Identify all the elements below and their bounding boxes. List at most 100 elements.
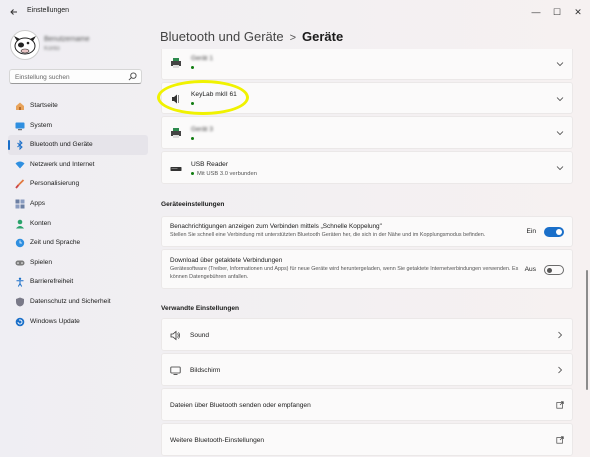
related-item-label: Bildschirm [190,367,221,374]
device-status: Mit USB 3.0 verbunden [191,171,257,177]
chevron-down-icon[interactable] [556,95,564,103]
breadcrumb-separator: > [289,32,297,44]
device-card[interactable]: Gerät 1 [161,49,573,80]
speaker-icon [170,330,180,341]
sidebar-item-label: Apps [30,199,46,207]
search-icon[interactable] [128,72,137,81]
metered-download-toggle[interactable] [544,265,564,275]
related-item-display[interactable]: Bildschirm [161,353,573,386]
device-card[interactable]: USB Reader Mit USB 3.0 verbunden [161,151,573,184]
related-item-label: Dateien über Bluetooth senden oder empfa… [170,402,311,409]
sidebar-item-windows-update[interactable]: Windows Update [8,312,148,332]
breadcrumb: Bluetooth und Geräte > Geräte [160,29,343,44]
sidebar-item-label: Netzwerk und Internet [30,160,95,168]
device-status [191,65,197,71]
device-name: USB Reader [191,161,229,168]
page-title: Geräte [302,29,344,44]
setting-title: Download über getaktete Verbindungen [170,257,283,264]
device-status-text: Mit USB 3.0 verbunden [197,171,257,177]
sidebar-item-privacy[interactable]: Datenschutz und Sicherheit [8,292,148,312]
device-card[interactable]: Gerät 3 [161,116,573,149]
bluetooth-icon [17,140,23,151]
toggle-knob [556,229,562,235]
related-item-sound[interactable]: Sound [161,318,573,351]
device-card[interactable]: KeyLab mkII 61 [161,82,573,114]
scrollbar[interactable] [586,270,588,390]
sidebar-item-system[interactable]: System [8,116,148,136]
sidebar-item-time-language[interactable]: Zeit und Sprache [8,233,148,253]
sidebar-item-accessibility[interactable]: Barrierefreiheit [8,272,148,292]
sidebar-item-network[interactable]: Netzwerk und Internet [8,155,148,175]
app-title: Einstellungen [27,7,70,14]
monitor-icon [15,122,25,130]
sidebar-item-label: Windows Update [30,317,80,325]
chevron-down-icon[interactable] [556,60,564,68]
connected-dot-icon [191,65,194,69]
avatar[interactable] [10,30,40,60]
related-item-label: Sound [190,332,210,339]
sidebar-item-apps[interactable]: Apps [8,194,148,214]
title-bar: Einstellungen — ☐ ✕ [0,0,590,26]
sidebar-item-gaming[interactable]: Spielen [8,253,148,273]
sidebar-item-label: Datenschutz und Sicherheit [30,297,111,305]
external-link-icon [556,401,564,409]
settings-window: Einstellungen — ☐ ✕ Benutzername Konto S… [0,0,590,457]
chevron-right-icon [558,331,563,339]
section-title-related: Verwandte Einstellungen [161,305,240,312]
section-title-device-settings: Geräteeinstellungen [161,201,225,208]
printer-icon [171,58,181,68]
sidebar-item-label: Barrierefreiheit [30,278,74,286]
sidebar-item-bluetooth[interactable]: Bluetooth und Geräte [8,135,148,155]
user-name: Benutzername [44,36,90,43]
apps-icon [15,199,25,209]
search-box[interactable] [9,69,142,84]
sidebar-item-label: System [30,121,52,129]
sidebar-item-label: Konten [30,219,51,227]
usb-drive-icon [170,167,182,171]
device-name: KeyLab mkII 61 [191,91,237,98]
toggle-state-label: Aus [524,266,536,273]
device-status [191,136,197,142]
sidebar-item-personalization[interactable]: Personalisierung [8,174,148,194]
external-link-icon [556,436,564,444]
swift-pair-toggle[interactable] [544,227,564,237]
breadcrumb-parent[interactable]: Bluetooth und Geräte [160,29,284,44]
sidebar-item-label: Bluetooth und Geräte [30,141,93,149]
device-name: Gerät 1 [191,55,213,62]
device-status [191,101,197,107]
close-button[interactable]: ✕ [569,4,587,20]
accessibility-icon [16,277,24,288]
sidebar-nav: Startseite System Bluetooth und Geräte N… [8,96,148,331]
account-icon [16,219,24,229]
wifi-icon [15,161,25,169]
sidebar-item-home[interactable]: Startseite [8,96,148,116]
search-input[interactable] [15,72,125,82]
gamepad-icon [15,260,25,266]
sidebar-item-label: Personalisierung [30,180,80,188]
brush-icon [15,179,25,189]
shield-icon [16,297,24,307]
user-subtitle: Konto [44,46,60,52]
printer-icon [171,128,181,138]
setting-description: Gerätesoftware (Treiber, Informationen u… [170,266,519,281]
globe-clock-icon [15,238,25,248]
toggle-state-label: Ein [526,228,536,235]
sidebar-item-accounts[interactable]: Konten [8,214,148,234]
connected-dot-icon [191,101,194,105]
toggle-knob [547,267,552,273]
setting-title: Benachrichtigungen anzeigen zum Verbinde… [170,223,382,230]
chevron-down-icon[interactable] [556,129,564,137]
sidebar-item-label: Startseite [30,102,58,109]
back-arrow-icon[interactable] [6,5,22,21]
speaker-icon [172,94,179,104]
minimize-button[interactable]: — [527,4,545,20]
setting-swift-pair: Benachrichtigungen anzeigen zum Verbinde… [161,216,573,247]
chevron-down-icon[interactable] [556,164,564,172]
update-icon [15,317,25,326]
device-name: Gerät 3 [191,126,213,133]
setting-description: Stellen Sie schnell eine Verbindung mit … [170,232,486,238]
related-item-label: Weitere Bluetooth-Einstellungen [170,437,265,444]
maximize-button[interactable]: ☐ [548,4,566,20]
related-item-bluetooth-files[interactable]: Dateien über Bluetooth senden oder empfa… [161,388,573,421]
related-item-more-bluetooth[interactable]: Weitere Bluetooth-Einstellungen [161,423,573,456]
